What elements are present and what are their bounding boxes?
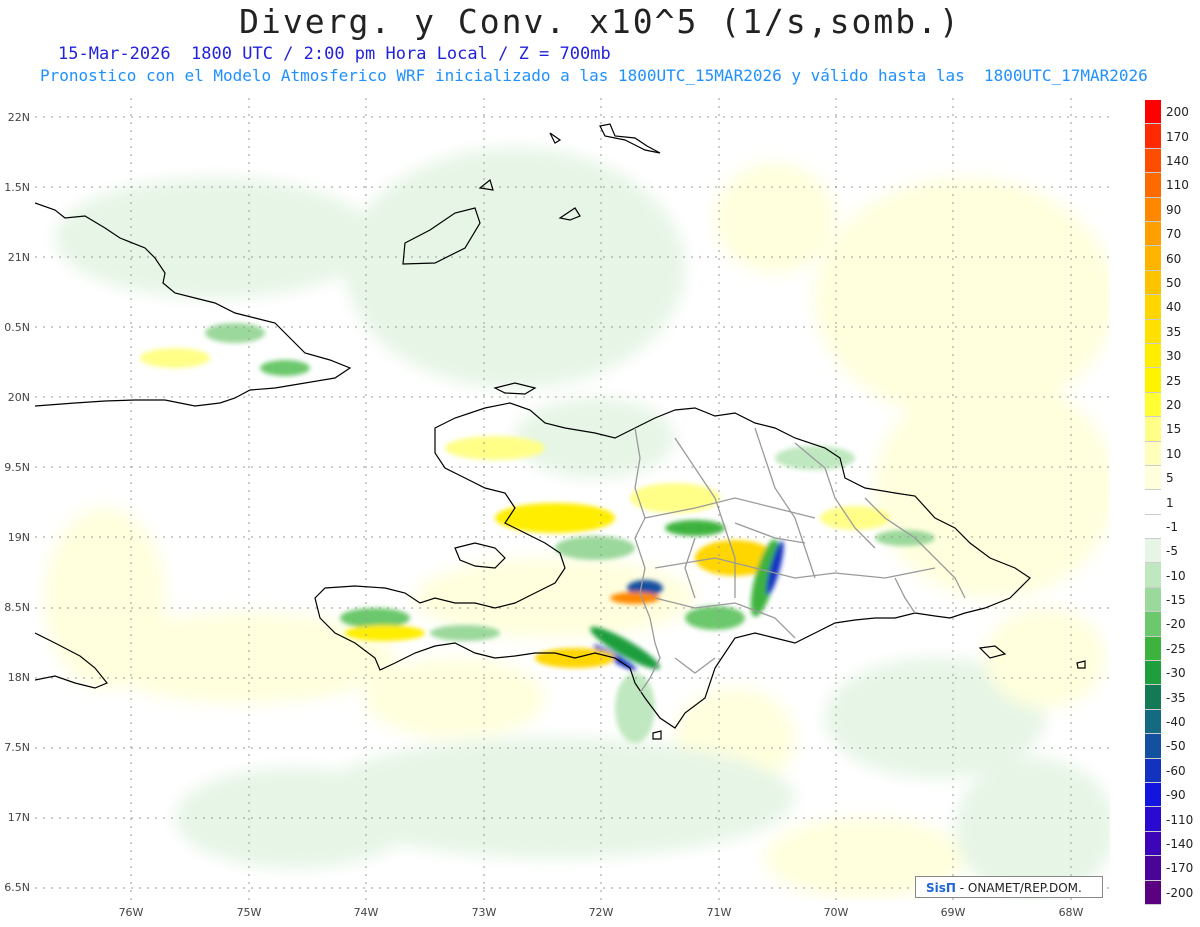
colorbar-label: -90 (1166, 788, 1186, 803)
colorbar-swatch (1145, 636, 1161, 662)
colorbar-swatch (1145, 465, 1161, 491)
colorbar-swatch (1145, 270, 1161, 296)
lat-label: 8.5N (4, 601, 30, 614)
colorbar-swatch (1145, 295, 1161, 320)
lon-label: 68W (1058, 906, 1084, 919)
lon-label: 75W (236, 906, 262, 919)
chart-title: Diverg. y Conv. x10^5 (1/s,somb.) (239, 2, 961, 41)
colorbar-label: 35 (1166, 324, 1182, 339)
colorbar-label: 1 (1166, 495, 1174, 510)
colorbar-swatch (1145, 563, 1161, 588)
credit-text: - ONAMET/REP.DOM. (955, 881, 1082, 895)
colorbar-swatch (1145, 514, 1161, 540)
colorbar-label: -30 (1166, 666, 1186, 681)
colorbar-swatch (1145, 734, 1161, 759)
colorbar-label: -15 (1166, 593, 1186, 608)
colorbar-swatch (1145, 343, 1161, 369)
colorbar-label: -200 (1166, 885, 1194, 900)
colorbar-label: 170 (1166, 129, 1189, 144)
colorbar-swatch (1145, 661, 1161, 686)
colorbar-label: 15 (1166, 422, 1182, 437)
colorbar-label: 30 (1166, 349, 1182, 364)
colorbar-swatch (1145, 221, 1161, 247)
colorbar-swatch (1145, 368, 1161, 393)
colorbar-swatch (1145, 856, 1161, 881)
colorbar (1145, 100, 1161, 905)
colorbar-swatch (1145, 807, 1161, 832)
lon-label: 72W (588, 906, 614, 919)
colorbar-label: -40 (1166, 715, 1186, 730)
colorbar-label: -1 (1166, 519, 1178, 534)
divergence-map (35, 98, 1110, 900)
colorbar-label: 60 (1166, 251, 1182, 266)
colorbar-swatch (1145, 197, 1161, 222)
lat-label: 18N (7, 671, 30, 684)
colorbar-swatch (1145, 417, 1161, 442)
lon-label: 74W (353, 906, 379, 919)
colorbar-label: -5 (1166, 544, 1178, 559)
colorbar-label: -170 (1166, 861, 1194, 876)
colorbar-label: 5 (1166, 471, 1174, 486)
lat-label: 19N (7, 531, 30, 544)
colorbar-label: -140 (1166, 837, 1194, 851)
lon-label: 71W (706, 906, 732, 919)
model-info-subtitle: Pronostico con el Modelo Atmosferico WRF… (40, 66, 1148, 85)
lat-label: 7.5N (4, 741, 30, 754)
colorbar-label: -10 (1166, 568, 1186, 583)
colorbar-swatch (1145, 246, 1161, 271)
colorbar-label: -50 (1166, 739, 1186, 754)
colorbar-label: 40 (1166, 300, 1182, 315)
lat-label: 9.5N (4, 461, 30, 474)
colorbar-swatch (1145, 490, 1161, 515)
valid-time-subtitle: 15-Mar-2026 1800 UTC / 2:00 pm Hora Loca… (58, 44, 611, 64)
colorbar-swatch (1145, 148, 1161, 174)
lat-label: 0.5N (4, 321, 30, 334)
credit-box: SisΠ - ONAMET/REP.DOM. (915, 876, 1103, 898)
colorbar-label: -60 (1166, 763, 1186, 778)
lat-label: 6.5N (4, 881, 30, 894)
colorbar-label: 70 (1166, 227, 1182, 242)
colorbar-label: 140 (1166, 153, 1189, 168)
colorbar-label: -20 (1166, 617, 1186, 632)
lat-label: 1.5N (4, 181, 30, 194)
colorbar-swatch (1145, 392, 1161, 418)
lon-label: 76W (118, 906, 144, 919)
colorbar-swatch (1145, 100, 1161, 125)
colorbar-swatch (1145, 831, 1161, 857)
colorbar-swatch (1145, 758, 1161, 784)
lat-label: 21N (7, 251, 30, 264)
lon-label: 70W (823, 906, 849, 919)
colorbar-swatch (1145, 124, 1161, 149)
lat-label: 22N (7, 111, 30, 124)
colorbar-swatch (1145, 319, 1161, 344)
lon-label: 69W (940, 906, 966, 919)
colorbar-label: 50 (1166, 275, 1182, 290)
colorbar-swatch (1145, 783, 1161, 808)
colorbar-swatch (1145, 539, 1161, 564)
colorbar-label: 20 (1166, 397, 1182, 412)
sispi-logo: SisΠ (926, 881, 956, 895)
colorbar-label: 25 (1166, 373, 1182, 388)
lat-label: 17N (7, 811, 30, 824)
colorbar-label: -110 (1166, 812, 1194, 827)
colorbar-label: 200 (1166, 105, 1189, 120)
lat-label: 20N (7, 391, 30, 404)
colorbar-swatch (1145, 880, 1161, 905)
colorbar-swatch (1145, 441, 1161, 466)
colorbar-label: 110 (1166, 178, 1189, 193)
colorbar-swatch (1145, 587, 1161, 613)
colorbar-swatch (1145, 173, 1161, 198)
colorbar-swatch (1145, 685, 1161, 710)
colorbar-swatch (1145, 612, 1161, 637)
colorbar-swatch (1145, 709, 1161, 735)
colorbar-label: 10 (1166, 446, 1182, 461)
colorbar-label: 90 (1166, 202, 1182, 217)
colorbar-label: -25 (1166, 641, 1186, 656)
lon-label: 73W (471, 906, 497, 919)
colorbar-label: -35 (1166, 690, 1186, 705)
